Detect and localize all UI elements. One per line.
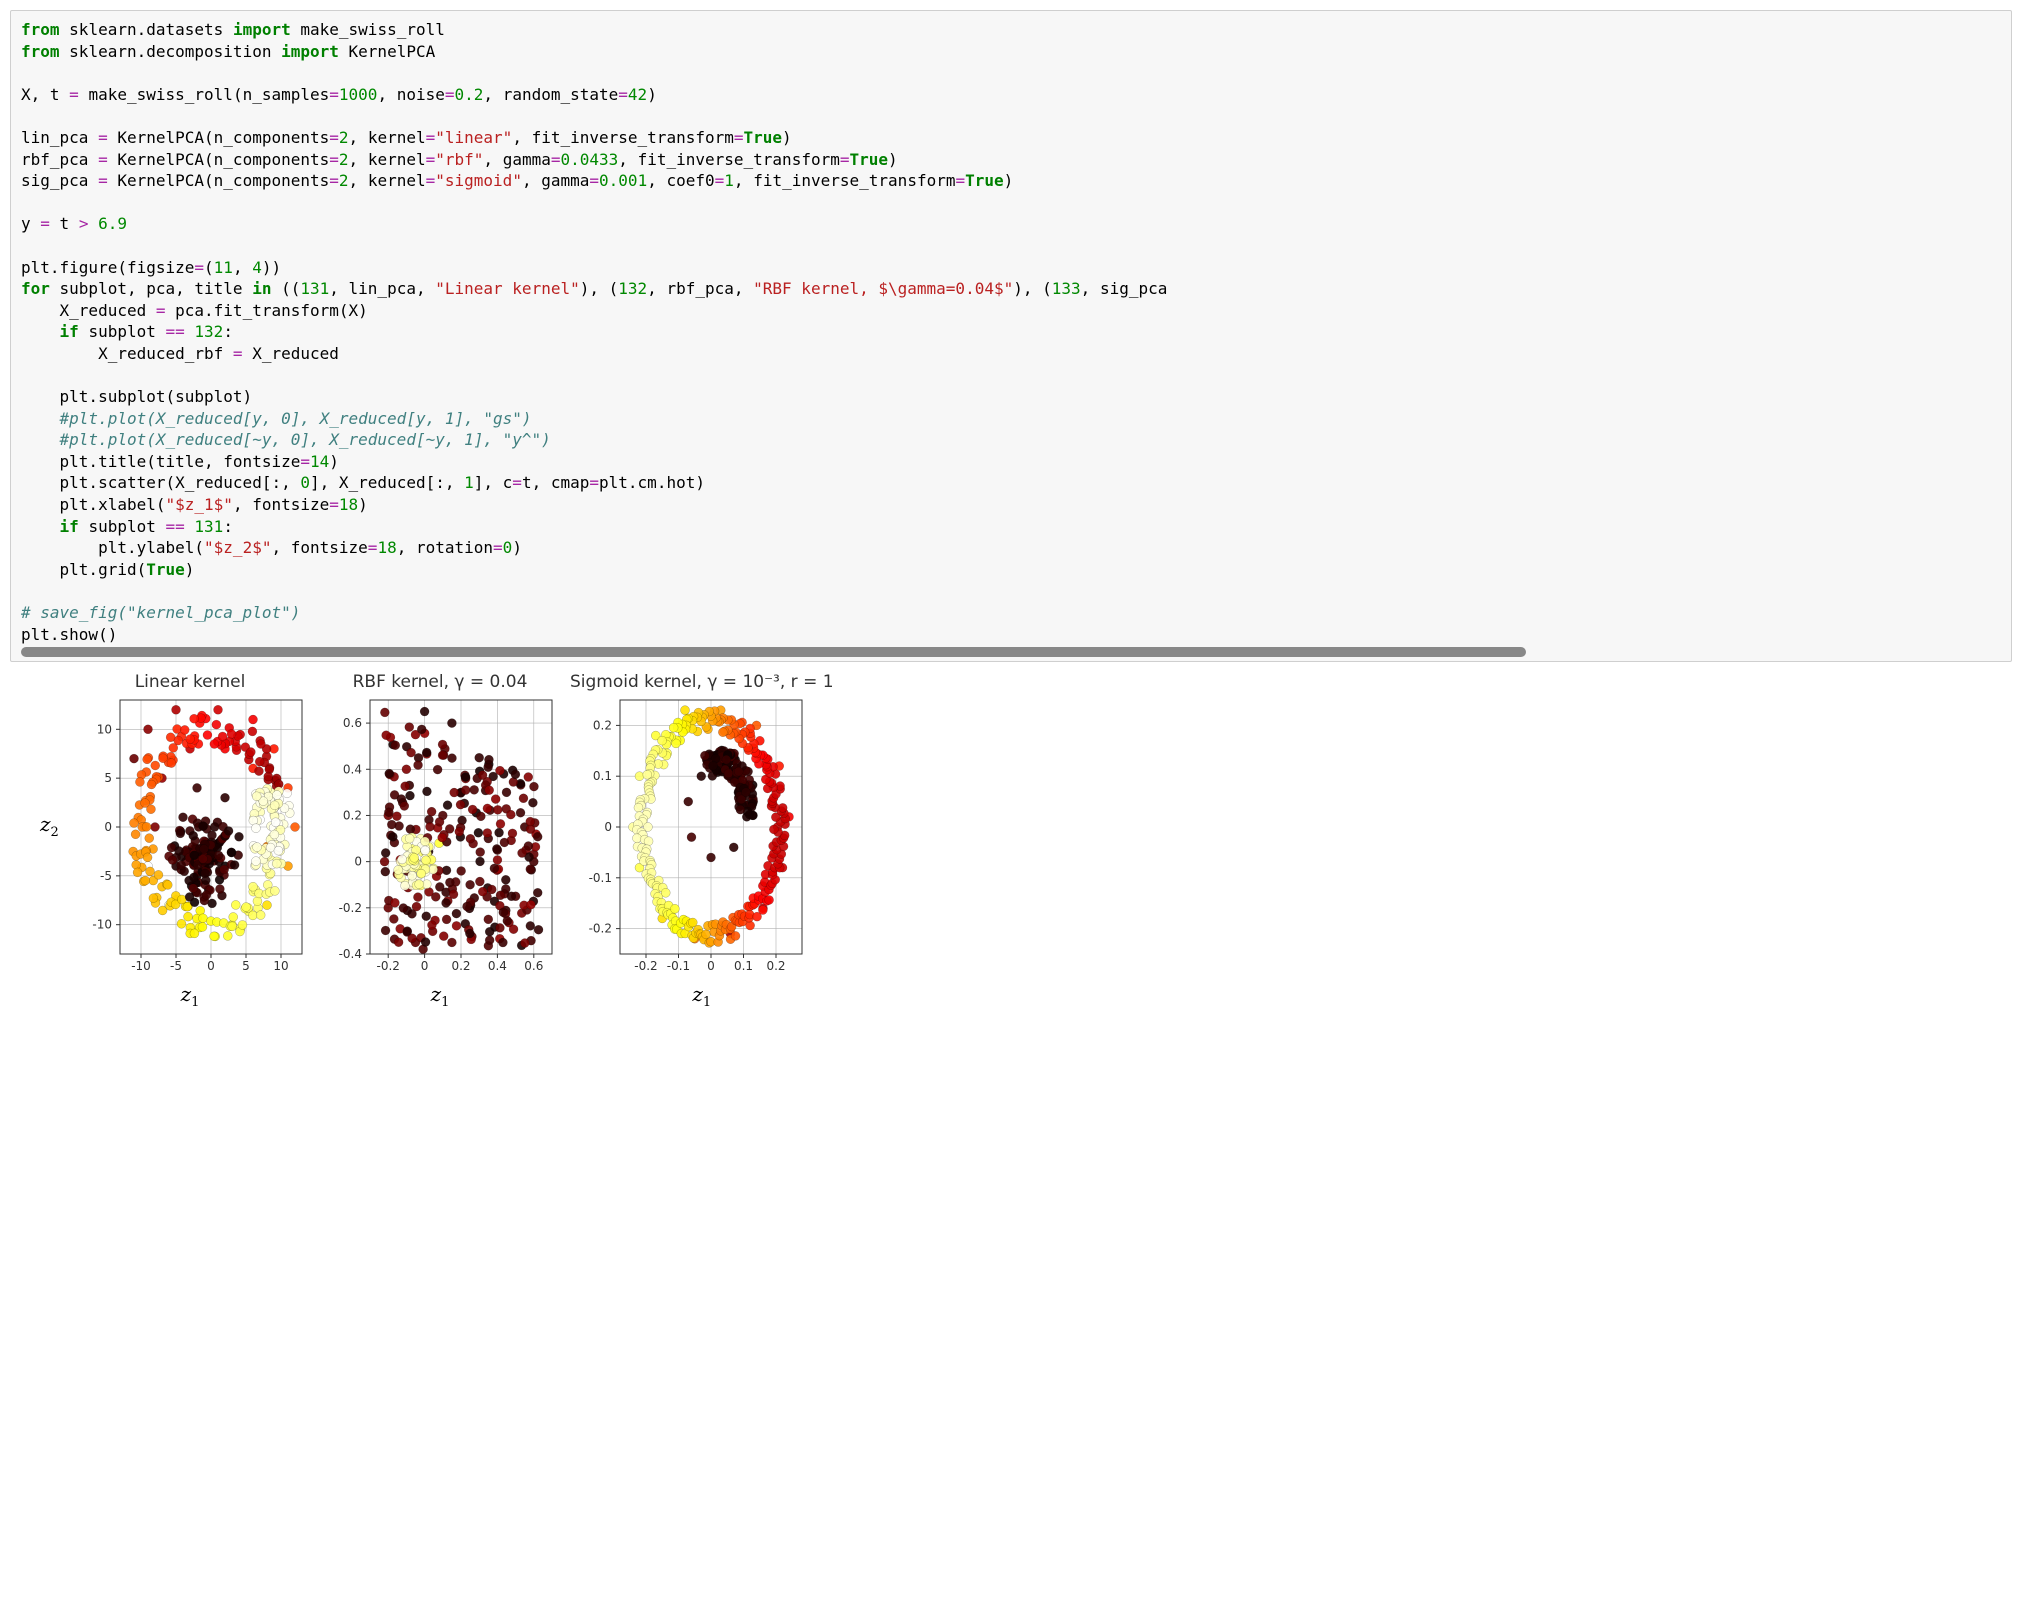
svg-text:0.6: 0.6 (524, 959, 543, 973)
svg-text:0.2: 0.2 (343, 809, 362, 823)
output-area: z2 Linear kernel -10 -5 0 5 10 -10 -5 0 5 10 z1 R… (10, 662, 2012, 1010)
chart-rbf: RBF kernel, γ = 0.04 -0.200.20.40.6-0.4-… (320, 672, 560, 1010)
svg-text:0: 0 (421, 959, 429, 973)
chart-title: RBF kernel, γ = 0.04 (320, 672, 560, 692)
code-source: from sklearn.datasets import make_swiss_… (21, 19, 2001, 645)
svg-text:5: 5 (104, 771, 112, 785)
svg-text:0: 0 (707, 959, 715, 973)
svg-text:5: 5 (242, 959, 250, 973)
chart-title: Linear kernel (70, 672, 310, 692)
svg-text:0.4: 0.4 (488, 959, 507, 973)
svg-text:-0.2: -0.2 (589, 922, 612, 936)
x-axis-label: z1 (320, 982, 560, 1010)
svg-text:-5: -5 (170, 959, 182, 973)
chart-title: Sigmoid kernel, γ = 10⁻³, r = 1 (570, 672, 834, 692)
svg-text:0: 0 (354, 855, 362, 869)
svg-text:-10: -10 (131, 959, 151, 973)
svg-text:-0.1: -0.1 (589, 871, 612, 885)
svg-text:0.2: 0.2 (593, 719, 612, 733)
svg-text:0.2: 0.2 (451, 959, 470, 973)
svg-text:-0.1: -0.1 (667, 959, 690, 973)
svg-text:-5: -5 (100, 869, 112, 883)
svg-text:-0.2: -0.2 (339, 901, 362, 915)
horizontal-scrollbar-track[interactable] (21, 647, 2001, 657)
svg-text:10: 10 (97, 723, 112, 737)
svg-text:-0.2: -0.2 (376, 959, 399, 973)
x-axis-label: z1 (70, 982, 310, 1010)
x-axis-label: z1 (570, 982, 834, 1010)
svg-text:-0.4: -0.4 (339, 947, 362, 961)
svg-text:0.2: 0.2 (766, 959, 785, 973)
svg-text:0.1: 0.1 (593, 769, 612, 783)
svg-text:0: 0 (104, 820, 112, 834)
svg-text:-10: -10 (92, 918, 112, 932)
svg-text:10: 10 (273, 959, 288, 973)
svg-text:0.4: 0.4 (343, 762, 362, 776)
y-axis-label: z2 (40, 812, 59, 840)
svg-text:0.1: 0.1 (734, 959, 753, 973)
chart-linear: Linear kernel -10 -5 0 5 10 -10 -5 0 5 10 z1 (70, 672, 310, 1010)
svg-text:0: 0 (604, 820, 612, 834)
svg-text:-0.2: -0.2 (634, 959, 657, 973)
svg-text:0: 0 (207, 959, 215, 973)
chart-sigmoid: Sigmoid kernel, γ = 10⁻³, r = 1 -0.2 -0.1… (570, 672, 834, 1010)
charts-row: z2 Linear kernel -10-50510-10-50510 z1 R… (70, 672, 2012, 1010)
svg-text:0.6: 0.6 (343, 716, 362, 730)
code-cell[interactable]: from sklearn.datasets import make_swiss_… (10, 10, 2012, 662)
horizontal-scrollbar-thumb[interactable] (21, 647, 1526, 657)
